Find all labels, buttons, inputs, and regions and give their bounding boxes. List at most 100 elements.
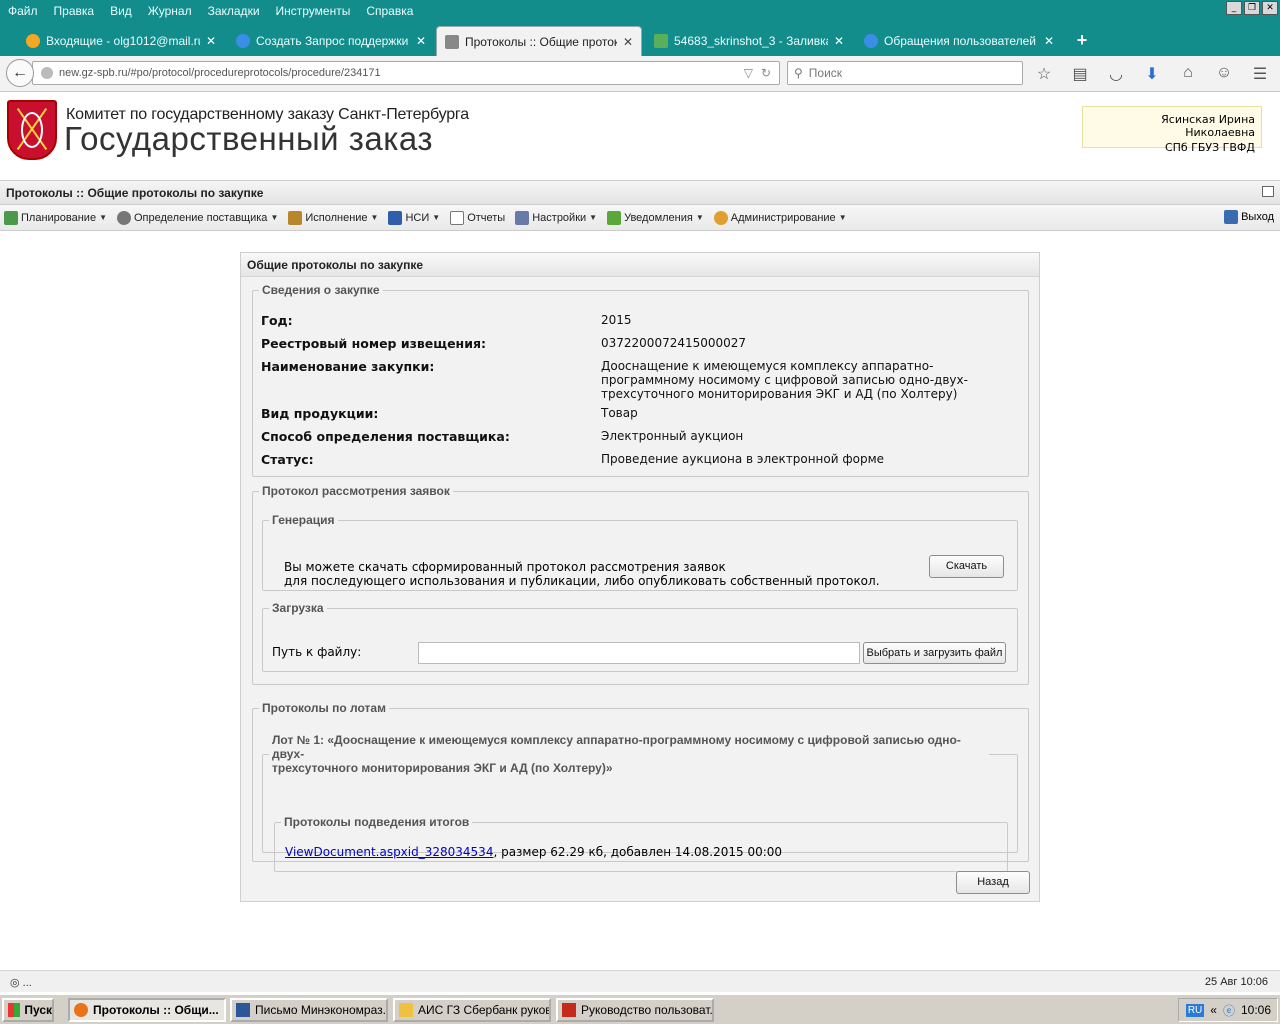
close-tab-icon[interactable]: ✕	[623, 35, 633, 49]
site-info-icon[interactable]	[41, 67, 53, 79]
close-window-button[interactable]: ✕	[1262, 1, 1278, 15]
tab-screenshot[interactable]: 54683_skrinshot_3 - Заливка ... ✕	[646, 26, 852, 56]
ie-icon[interactable]: ⓔ	[1223, 1002, 1235, 1019]
menu-view[interactable]: Вид	[102, 4, 140, 18]
taskbar-item-firefox[interactable]: Протоколы :: Общи...	[68, 998, 226, 1022]
taskbar-item-letter[interactable]: Письмо Минэкономраз...	[230, 998, 388, 1022]
menu-edit[interactable]: Правка	[46, 4, 103, 18]
download-icon[interactable]: ⬇	[1142, 64, 1162, 84]
url-text[interactable]: new.gz-spb.ru/#po/protocol/procedureprot…	[59, 67, 744, 79]
info-value: 2015	[601, 313, 632, 327]
download-button[interactable]: Скачать	[929, 555, 1004, 578]
browser-toolbar-icons: ☆ ▤ ◡ ⬇ ⌂ ☺ ☰	[1034, 64, 1270, 84]
restore-button[interactable]: ❐	[1244, 1, 1260, 15]
menu-planning[interactable]: Планирование ▼	[4, 210, 107, 225]
user-org: СПб ГБУЗ ГВФД	[1164, 141, 1255, 154]
back-button[interactable]: ←	[6, 59, 34, 87]
info-row-product-type: Вид продукции: Товар	[261, 406, 1021, 421]
menu-supplier[interactable]: Определение поставщика ▼	[117, 210, 278, 225]
collapse-icon[interactable]	[1262, 186, 1274, 197]
document-link[interactable]: ViewDocument.aspxid_328034534	[285, 845, 493, 859]
close-tab-icon[interactable]: ✕	[206, 34, 216, 48]
close-tab-icon[interactable]: ✕	[416, 34, 426, 48]
info-row-name: Наименование закупки: Дооснащение к имею…	[261, 359, 1021, 401]
site-title: Государственный заказ	[64, 120, 434, 157]
book-icon	[388, 210, 403, 225]
chat-icon[interactable]: ☺	[1214, 64, 1234, 84]
lots-legend: Протоколы по лотам	[262, 701, 386, 715]
expand-tray-icon[interactable]: «	[1210, 1003, 1217, 1017]
back-nav-button[interactable]: Назад	[956, 871, 1030, 894]
info-value: Электронный аукцион	[601, 429, 744, 443]
user-name: Ясинская Ирина Николаевна	[1161, 113, 1255, 139]
info-row-registry: Реестровый номер извещения: 037220007241…	[261, 336, 1021, 351]
word-icon	[236, 1003, 250, 1017]
app-toolbar: Планирование ▼ Определение поставщика ▼ Ис…	[0, 205, 1280, 231]
start-button[interactable]: Пуск	[2, 998, 54, 1022]
close-tab-icon[interactable]: ✕	[834, 34, 844, 48]
tab-strip: Входящие - olg1012@mail.ru -... ✕ Создат…	[0, 22, 1280, 56]
search-box[interactable]: ⚲ Поиск	[787, 61, 1023, 85]
menu-file[interactable]: Файл	[0, 4, 46, 18]
menu-bookmarks[interactable]: Закладки	[200, 4, 268, 18]
choose-upload-button[interactable]: Выбрать и загрузить файл	[863, 642, 1006, 664]
home-icon[interactable]: ⌂	[1178, 64, 1198, 84]
generation-text-line: Вы можете скачать сформированный протоко…	[284, 560, 726, 574]
document-entry: ViewDocument.aspxid_328034534, размер 62…	[285, 845, 782, 859]
wrench-icon	[515, 210, 530, 225]
dropdown-arrow-icon[interactable]: ▽	[744, 66, 753, 80]
menu-execution[interactable]: Исполнение ▼	[288, 210, 378, 225]
taskbar-item-folder[interactable]: АИС ГЗ Сбербанк руков...	[393, 998, 551, 1022]
menu-history[interactable]: Журнал	[140, 4, 200, 18]
menu-nsi[interactable]: НСИ ▼	[388, 210, 440, 225]
browser-status-bar: ◎ ... 25 Авг 10:06	[0, 970, 1280, 992]
taskbar-label: Протоколы :: Общи...	[93, 1003, 219, 1017]
bookmark-star-icon[interactable]: ☆	[1034, 64, 1054, 84]
menu-admin[interactable]: Администрирование ▼	[713, 210, 847, 225]
taskbar-label: Письмо Минэкономраз...	[255, 1003, 388, 1017]
taskbar-item-pdf[interactable]: Руководство пользоват...	[556, 998, 714, 1022]
menu-label: Определение поставщика	[134, 211, 268, 224]
tab-title: Обращения пользователей ...	[884, 34, 1038, 48]
tab-requests[interactable]: Обращения пользователей ... ✕	[856, 26, 1062, 56]
pocket-icon[interactable]: ◡	[1106, 64, 1126, 84]
image-icon	[654, 34, 668, 48]
info-label: Наименование закупки:	[261, 359, 435, 374]
document-meta: , размер 62.29 кб, добавлен 14.08.2015 0…	[493, 845, 783, 859]
info-label: Реестровый номер извещения:	[261, 336, 486, 351]
menu-reports[interactable]: Отчеты	[450, 210, 505, 225]
start-label: Пуск	[24, 1003, 52, 1017]
hamburger-menu-icon[interactable]: ☰	[1250, 64, 1270, 84]
status-text: ◎ ...	[10, 977, 32, 989]
notification-icon	[607, 210, 622, 225]
close-tab-icon[interactable]: ✕	[1044, 34, 1054, 48]
menu-label: Исполнение	[305, 211, 368, 224]
tab-protocols[interactable]: Протоколы :: Общие проток... ✕	[436, 26, 642, 56]
mail-at-icon	[26, 34, 40, 48]
protocols-panel: Общие протоколы по закупке Сведения о за…	[240, 252, 1040, 902]
review-legend: Протокол рассмотрения заявок	[262, 484, 450, 498]
menu-settings[interactable]: Настройки ▼	[515, 210, 597, 225]
menu-label: Планирование	[21, 211, 97, 224]
tab-mail[interactable]: Входящие - olg1012@mail.ru -... ✕	[18, 26, 224, 56]
lot-1-section: Лот № 1: «Дооснащение к имеющемуся компл…	[262, 733, 1018, 872]
tab-support[interactable]: Создать Запрос поддержки ... ✕	[228, 26, 434, 56]
hammer-icon	[445, 34, 459, 49]
search-icon: ⚲	[794, 66, 803, 80]
os-taskbar: Пуск Протоколы :: Общи... Письмо Минэкон…	[0, 994, 1280, 1024]
language-indicator[interactable]: RU	[1185, 1003, 1205, 1017]
url-bar[interactable]: new.gz-spb.ru/#po/protocol/procedureprot…	[32, 61, 780, 85]
exit-button[interactable]: Выход	[1224, 210, 1274, 224]
file-path-input[interactable]	[418, 642, 860, 664]
info-label: Вид продукции:	[261, 406, 379, 421]
minimize-button[interactable]: _	[1226, 1, 1242, 15]
new-tab-button[interactable]: +	[1072, 30, 1092, 51]
reload-icon[interactable]: ↻	[761, 66, 771, 80]
upload-section: Загрузка Путь к файлу: Выбрать и загрузи…	[262, 601, 1018, 672]
menu-notifications[interactable]: Уведомления ▼	[607, 210, 704, 225]
info-label: Статус:	[261, 452, 314, 467]
info-value: Товар	[601, 406, 638, 420]
menu-tools[interactable]: Инструменты	[268, 4, 359, 18]
menu-help[interactable]: Справка	[358, 4, 421, 18]
reading-list-icon[interactable]: ▤	[1070, 64, 1090, 84]
